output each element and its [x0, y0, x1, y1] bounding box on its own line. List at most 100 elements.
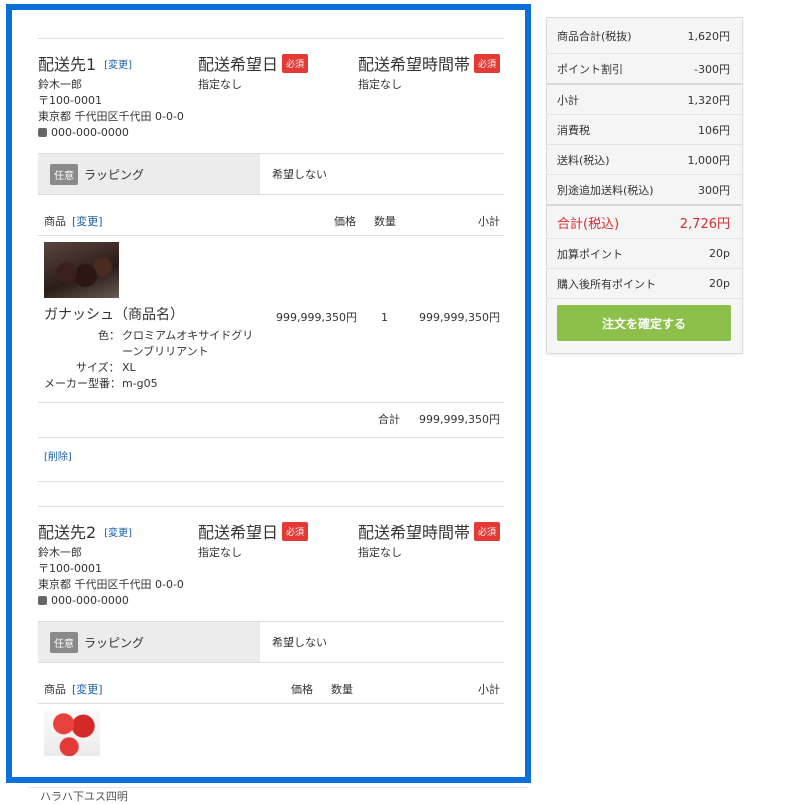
- summary-value: 1,620円: [687, 29, 731, 43]
- change-products-link[interactable]: [変更]: [72, 681, 103, 697]
- product-table-header: 商品 [変更] 価格 数量 小計: [38, 195, 504, 236]
- optional-badge: 任意: [50, 163, 78, 185]
- destination-2-header: 配送先2 [変更] 鈴木一郎 〒100-0001 東京都 千代田区千代田 0-0…: [38, 507, 504, 621]
- product-price: 999,999,350円: [276, 311, 357, 324]
- postal-code: 〒100-0001: [38, 94, 102, 107]
- summary-value: -300円: [694, 62, 730, 76]
- col-product: 商品: [44, 683, 66, 696]
- col-price: 価格: [291, 683, 313, 696]
- change-destination-link[interactable]: [変更]: [104, 56, 132, 71]
- col-price: 価格: [334, 215, 356, 228]
- delivery-date-value[interactable]: 指定なし: [198, 545, 308, 561]
- col-product: 商品: [44, 215, 66, 228]
- wrapping-value[interactable]: 希望しない: [260, 622, 327, 662]
- product-image-chocolate[interactable]: [44, 242, 119, 298]
- delivery-date-label: 配送希望日: [198, 55, 279, 74]
- address: 東京都 千代田区千代田 0-0-0: [38, 110, 184, 123]
- phone-number: 000-000-0000: [51, 594, 129, 607]
- summary-row-tax: 消費税 106円: [547, 115, 742, 145]
- col-subtotal: 小計: [478, 683, 500, 696]
- delivery-time: 配送希望時間帯 必須 指定なし: [358, 51, 501, 93]
- change-products-link[interactable]: [変更]: [72, 213, 103, 229]
- required-badge: 必須: [282, 521, 309, 541]
- col-qty: 数量: [331, 683, 353, 696]
- product-name[interactable]: ガナッシュ（商品名）: [44, 304, 184, 324]
- phone-icon: [38, 128, 47, 137]
- summary-row-grand-total: 合計(税込) 2,726円: [547, 206, 742, 239]
- model-value: m-g05: [122, 377, 158, 390]
- destination-title: 配送先1: [38, 55, 97, 74]
- delivery-date-label: 配送希望日: [198, 523, 279, 542]
- address: 東京都 千代田区千代田 0-0-0: [38, 578, 184, 591]
- delivery-time-value[interactable]: 指定なし: [358, 545, 500, 561]
- wrapping-row: 任意 ラッピング 希望しない: [38, 153, 504, 195]
- size-label: サイズ：: [76, 361, 120, 374]
- required-badge: 必須: [474, 53, 501, 73]
- col-subtotal: 小計: [478, 215, 500, 228]
- confirm-order-button[interactable]: 注文を確定する: [557, 305, 731, 341]
- wrapping-row: 任意 ラッピング 希望しない: [38, 621, 504, 663]
- color-value: クロミアムオキサイドグリ ーンブリリアント: [122, 328, 253, 360]
- change-destination-link[interactable]: [変更]: [104, 524, 132, 539]
- delete-link[interactable]: [削除]: [44, 450, 72, 466]
- product-qty: 1: [381, 311, 388, 324]
- summary-row-item-total: 商品合計(税抜) 1,620円: [547, 18, 742, 54]
- summary-value: 1,320円: [687, 93, 731, 107]
- required-badge: 必須: [474, 521, 501, 541]
- top-spacer: [38, 10, 504, 38]
- summary-label: 購入後所有ポイント: [557, 277, 656, 291]
- summary-row-shipping: 送料(税込) 1,000円: [547, 145, 742, 175]
- total-label: 合計: [378, 413, 400, 426]
- product-subtotal: 999,999,350円: [419, 311, 500, 324]
- shipping-panel-highlighted: 配送先1 [変更] 鈴木一郎 〒100-0001 東京都 千代田区千代田 0-0…: [6, 4, 531, 783]
- summary-value: 20p: [709, 277, 730, 290]
- delivery-time: 配送希望時間帯 必須 指定なし: [358, 519, 501, 561]
- summary-row-additional-shipping: 別途追加送料(税込) 300円: [547, 175, 742, 206]
- wrapping-value[interactable]: 希望しない: [260, 154, 327, 194]
- grand-total-label: 合計(税込): [557, 216, 620, 232]
- color-value-line-1: クロミアムオキサイドグリ: [122, 329, 254, 342]
- delivery-time-value[interactable]: 指定なし: [358, 77, 500, 93]
- total-value: 999,999,350円: [419, 413, 500, 426]
- delivery-time-label: 配送希望時間帯: [358, 523, 471, 542]
- delivery-date: 配送希望日 必須 指定なし: [198, 519, 309, 561]
- color-label: 色：: [98, 329, 120, 342]
- destination-1-header: 配送先1 [変更] 鈴木一郎 〒100-0001 東京都 千代田区千代田 0-0…: [38, 39, 504, 153]
- summary-label: 送料(税込): [557, 153, 610, 167]
- summary-row-earned-points: 加算ポイント 20p: [547, 239, 742, 269]
- destination-info: 配送先1 [変更] 鈴木一郎 〒100-0001 東京都 千代田区千代田 0-0…: [38, 51, 184, 141]
- col-qty: 数量: [374, 215, 396, 228]
- optional-badge: 任意: [50, 631, 78, 653]
- summary-label: 加算ポイント: [557, 247, 623, 261]
- summary-label: 商品合計(税抜): [557, 29, 632, 43]
- summary-value: 106円: [698, 123, 730, 137]
- summary-label: ポイント割引: [557, 62, 623, 76]
- delete-row: [削除]: [38, 438, 504, 482]
- color-value-line-2: ーンブリリアント: [122, 345, 209, 358]
- summary-row-point-discount: ポイント割引 -300円: [547, 54, 742, 85]
- summary-label: 消費税: [557, 123, 590, 137]
- summary-row-points-after: 購入後所有ポイント 20p: [547, 269, 742, 299]
- model-label: メーカー型番：: [44, 377, 121, 390]
- cut-off-section-heading: ハラハ下ユス四明: [28, 787, 528, 803]
- destination-info: 配送先2 [変更] 鈴木一郎 〒100-0001 東京都 千代田区千代田 0-0…: [38, 519, 184, 609]
- summary-value: 20p: [709, 247, 730, 260]
- summary-value: 300円: [698, 183, 730, 197]
- wrapping-label: ラッピング: [84, 167, 145, 182]
- summary-label: 小計: [557, 93, 579, 107]
- size-value: XL: [122, 361, 136, 374]
- required-badge: 必須: [282, 53, 309, 73]
- phone-icon: [38, 596, 47, 605]
- grand-total-value: 2,726円: [679, 216, 730, 232]
- product-image-candy[interactable]: [44, 710, 100, 756]
- destination-title: 配送先2: [38, 523, 97, 542]
- phone-number: 000-000-0000: [51, 126, 129, 139]
- delivery-time-label: 配送希望時間帯: [358, 55, 471, 74]
- summary-row-subtotal: 小計 1,320円: [547, 85, 742, 115]
- postal-code: 〒100-0001: [38, 562, 102, 575]
- delivery-date-value[interactable]: 指定なし: [198, 77, 308, 93]
- order-summary: 商品合計(税抜) 1,620円 ポイント割引 -300円 小計 1,320円 消…: [546, 17, 743, 354]
- wrapping-label: ラッピング: [84, 635, 145, 650]
- recipient-name: 鈴木一郎: [38, 546, 82, 559]
